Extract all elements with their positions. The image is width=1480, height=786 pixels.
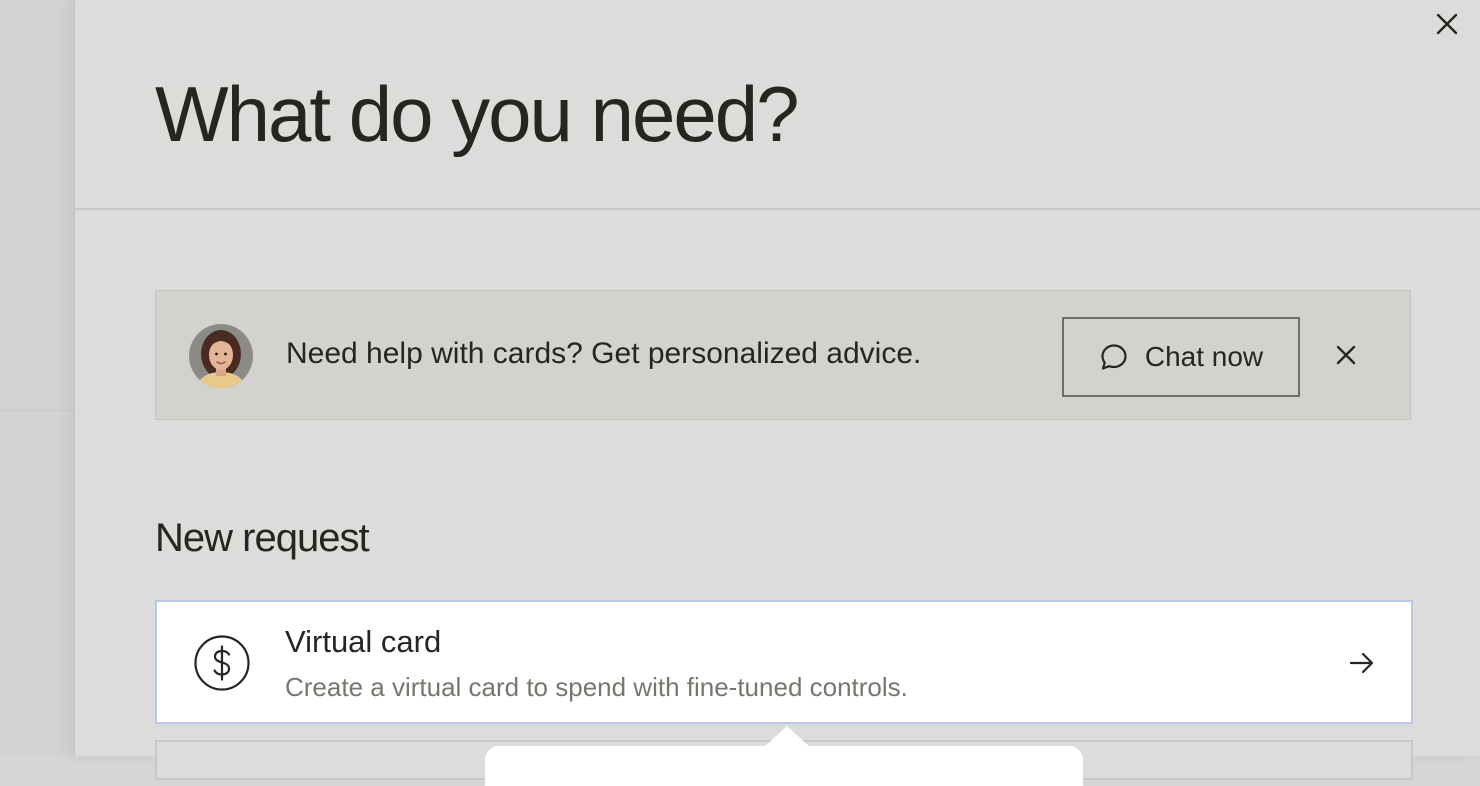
option-description: Create a virtual card to spend with fine… — [285, 672, 908, 702]
new-request-heading: New request — [155, 516, 370, 560]
dismiss-banner-button[interactable] — [1328, 337, 1364, 373]
page-title: What do you need? — [155, 70, 799, 158]
avatar — [189, 324, 253, 388]
request-drawer: What do you need? Need help with cards? … — [74, 0, 1480, 786]
tooltip-popover — [485, 746, 1083, 786]
dollar-circle-icon — [194, 635, 250, 691]
chat-now-button[interactable]: Chat now — [1062, 317, 1300, 397]
chat-now-label: Chat now — [1144, 341, 1264, 372]
chat-bubble-icon — [1101, 344, 1127, 370]
tooltip-caret — [763, 726, 811, 748]
virtual-card-option[interactable]: Virtual card Create a virtual card to sp… — [155, 600, 1413, 724]
close-icon — [1336, 345, 1356, 365]
close-drawer-button[interactable] — [1429, 6, 1465, 42]
background-page — [0, 0, 74, 756]
option-title: Virtual card — [285, 624, 442, 659]
advisor-avatar — [189, 324, 253, 388]
close-icon — [1436, 13, 1458, 35]
help-message: Need help with cards? Get personalized a… — [286, 337, 922, 370]
help-banner: Need help with cards? Get personalized a… — [155, 290, 1411, 420]
arrow-right-icon — [1349, 652, 1374, 674]
background-divider — [0, 410, 74, 411]
header-divider — [75, 208, 1480, 210]
